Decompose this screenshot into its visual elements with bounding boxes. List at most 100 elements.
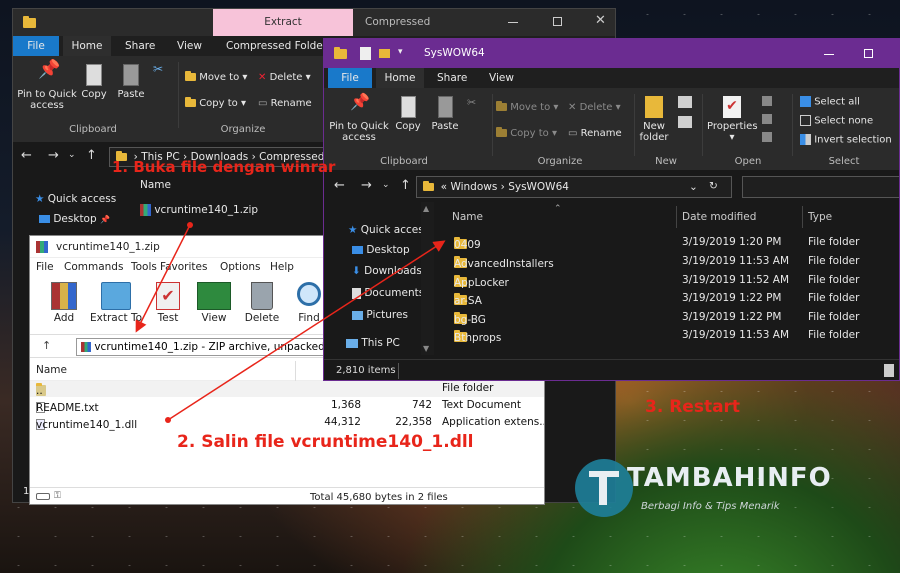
cut-icon[interactable]: ✂ — [467, 96, 476, 109]
properties-button[interactable]: ✔ Properties ▾ — [707, 96, 758, 143]
invert-selection-button[interactable]: Invert selection — [800, 134, 892, 146]
edit-icon[interactable] — [762, 114, 772, 124]
tab-home[interactable]: Home — [63, 36, 111, 56]
column-type[interactable]: Type — [808, 211, 832, 223]
toolbar-delete[interactable]: Delete — [242, 282, 282, 324]
toolbar-add[interactable]: Add — [46, 282, 82, 324]
forward-icon[interactable]: → — [361, 178, 372, 193]
details-view-icon[interactable] — [884, 364, 894, 377]
nav-quick-access[interactable]: ★ Quick access — [348, 224, 429, 236]
menu-file[interactable]: File — [36, 261, 54, 273]
breadcrumb[interactable]: « Windows › SysWOW64 ⌄ ↻ — [416, 176, 732, 198]
delete-button[interactable]: ✕ Delete ▾ — [258, 72, 311, 83]
refresh-icon[interactable]: ↻ — [709, 180, 718, 192]
back-icon[interactable]: ← — [21, 148, 32, 163]
nav-quick-access[interactable]: ★ Quick access — [35, 193, 116, 205]
tab-home[interactable]: Home — [376, 68, 424, 88]
easy-access-icon[interactable] — [678, 116, 692, 128]
new-item-icon[interactable] — [678, 96, 692, 108]
recent-icon[interactable]: ⌄ — [68, 150, 76, 160]
menu-commands[interactable]: Commands — [64, 261, 123, 273]
toolbar-extract-to[interactable]: Extract To — [88, 282, 144, 324]
pin-button[interactable]: 📌 Pin to Quick access — [17, 61, 77, 112]
column-name[interactable]: Name — [452, 211, 483, 223]
archive-path-field[interactable]: vcruntime140_1.zip - ZIP archive, unpack… — [76, 338, 326, 356]
list-item[interactable]: AppLocker 3/19/2019 11:52 AM File folder — [436, 271, 899, 290]
list-item[interactable]: ar-SA 3/19/2019 1:22 PM File folder — [436, 289, 899, 308]
minimize-icon[interactable] — [824, 54, 834, 55]
delete-button[interactable]: ✕ Delete ▾ — [568, 102, 621, 113]
tab-share[interactable]: Share — [125, 40, 155, 52]
recent-icon[interactable]: ⌄ — [382, 180, 390, 190]
picture-icon — [352, 310, 363, 320]
copy-button[interactable]: Copy — [393, 96, 423, 132]
up-arrow-icon[interactable]: ↑ — [42, 339, 51, 352]
new-folder-button[interactable]: New folder — [634, 96, 674, 143]
history-icon[interactable] — [762, 132, 772, 142]
list-item[interactable]: AdvancedInstallers 3/19/2019 11:53 AM Fi… — [436, 252, 899, 271]
copy-button[interactable]: Copy — [79, 64, 109, 100]
up-icon[interactable]: ↑ — [400, 178, 411, 193]
close-icon[interactable]: ✕ — [595, 13, 606, 28]
minimize-icon[interactable] — [508, 22, 518, 23]
menu-options[interactable]: Options — [220, 261, 261, 273]
copy-to-button[interactable]: Copy to ▾ — [496, 127, 557, 139]
drive-icon — [36, 493, 50, 500]
list-item[interactable]: Bthprops 3/19/2019 11:53 AM File folder — [436, 326, 899, 345]
toolbar-find[interactable]: Find — [294, 282, 324, 324]
cut-icon[interactable]: ✂ — [153, 62, 163, 76]
move-to-button[interactable]: Move to ▾ — [185, 71, 247, 83]
select-all-button[interactable]: Select all — [800, 96, 860, 108]
nav-scrollbar[interactable]: ▲ ▼ — [421, 202, 434, 355]
tab-share[interactable]: Share — [437, 72, 467, 84]
back-icon[interactable]: ← — [334, 178, 345, 193]
list-item[interactable]: 0409 3/19/2019 1:20 PM File folder — [436, 233, 899, 252]
qat-dropdown-icon[interactable]: ▾ — [398, 47, 403, 57]
maximize-icon[interactable] — [553, 17, 562, 26]
column-name[interactable]: Name — [36, 364, 67, 376]
select-none-button[interactable]: Select none — [800, 115, 873, 127]
search-input[interactable] — [742, 176, 899, 198]
pin-button[interactable]: 📌 Pin to Quick access — [328, 94, 390, 144]
paste-button[interactable]: Paste — [428, 96, 462, 132]
nav-pictures[interactable]: Pictures — [352, 309, 421, 321]
column-header-name[interactable]: Name — [140, 179, 171, 191]
contextual-tab[interactable]: Extract — [213, 9, 353, 36]
winrar-file-icon — [140, 204, 151, 216]
horizontal-scrollbar[interactable] — [436, 351, 899, 357]
nav-downloads[interactable]: ⬇ Downloads — [352, 265, 421, 277]
nav-desktop[interactable]: Desktop 📌 — [39, 213, 110, 225]
toolbar-view[interactable]: View — [194, 282, 234, 324]
list-item[interactable]: .. File folder — [30, 381, 544, 397]
front-explorer-window: ▾ SysWOW64 File Home Share View 📌 Pin to… — [323, 38, 900, 381]
file-item[interactable]: vcruntime140_1.zip — [140, 204, 258, 216]
menu-favorites[interactable]: Favorites — [160, 261, 207, 273]
rename-button[interactable]: ▭ Rename — [568, 128, 622, 139]
copy-to-button[interactable]: Copy to ▾ — [185, 97, 246, 109]
up-icon[interactable]: ↑ — [86, 148, 97, 163]
tab-file[interactable]: File — [13, 36, 59, 56]
open-icon[interactable] — [762, 96, 772, 106]
paste-button[interactable]: Paste — [114, 64, 148, 100]
qat-new-folder-icon[interactable] — [379, 49, 390, 58]
qat-properties-icon[interactable] — [360, 47, 371, 60]
rename-button[interactable]: ▭ Rename — [258, 98, 312, 109]
toolbar-test[interactable]: ✔ Test — [150, 282, 186, 324]
tab-view[interactable]: View — [177, 40, 202, 52]
column-date-modified[interactable]: Date modified — [682, 211, 756, 223]
list-item[interactable]: bg-BG 3/19/2019 1:22 PM File folder — [436, 308, 899, 327]
list-item[interactable]: vcruntime140_1.dll 44,312 22,358 Applica… — [30, 415, 544, 432]
nav-documents[interactable]: Documents — [352, 287, 421, 299]
address-dropdown-icon[interactable]: ⌄ — [689, 181, 698, 193]
maximize-icon[interactable] — [864, 49, 873, 58]
tab-file[interactable]: File — [328, 68, 372, 88]
menu-tools[interactable]: Tools — [131, 261, 157, 273]
pin-icon: 📌 — [100, 215, 110, 224]
forward-icon[interactable]: → — [48, 148, 59, 163]
move-to-button[interactable]: Move to ▾ — [496, 101, 558, 113]
nav-desktop[interactable]: Desktop — [352, 244, 421, 256]
list-item[interactable]: README.txt 1,368 742 Text Document — [30, 398, 544, 415]
menu-help[interactable]: Help — [270, 261, 294, 273]
nav-this-pc[interactable]: This PC — [346, 337, 400, 349]
tab-view[interactable]: View — [489, 72, 514, 84]
